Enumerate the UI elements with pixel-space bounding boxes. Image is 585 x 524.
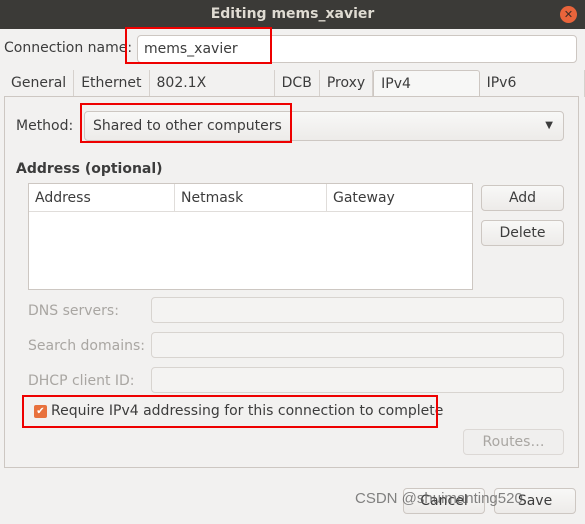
save-button[interactable]: Save xyxy=(494,488,576,514)
window-title: Editing mems_xavier xyxy=(210,6,375,22)
column-gateway[interactable]: Gateway xyxy=(327,184,472,212)
delete-button[interactable]: Delete xyxy=(481,220,564,246)
tab-ipv6-settings[interactable]: IPv6 Settings xyxy=(480,70,585,118)
dhcp-client-id-input[interactable] xyxy=(151,367,564,393)
tab-ipv4-settings[interactable]: IPv4 Settings xyxy=(373,70,480,119)
cancel-button[interactable]: Cancel xyxy=(403,488,485,514)
tab-bar: General Ethernet 802.1X Security DCB Pro… xyxy=(4,70,585,119)
address-title: Address (optional) xyxy=(16,161,163,177)
search-domains-label: Search domains: xyxy=(28,338,145,354)
connection-name-label: Connection name: xyxy=(4,40,133,56)
dns-input[interactable] xyxy=(151,297,564,323)
dhcp-client-id-label: DHCP client ID: xyxy=(28,373,135,389)
dns-label: DNS servers: xyxy=(28,303,119,319)
tab-proxy[interactable]: Proxy xyxy=(320,70,374,97)
close-icon[interactable]: ✕ xyxy=(560,6,577,23)
tab-ethernet[interactable]: Ethernet xyxy=(74,70,150,97)
column-address[interactable]: Address xyxy=(29,184,175,212)
tab-general[interactable]: General xyxy=(4,70,75,97)
title-bar: Editing mems_xavier ✕ xyxy=(0,0,585,29)
chevron-down-icon: ▼ xyxy=(545,120,553,131)
address-table[interactable]: Address Netmask Gateway xyxy=(28,183,473,290)
tab-dcb[interactable]: DCB xyxy=(275,70,320,97)
highlight-box xyxy=(125,27,272,64)
tab-8021x-security[interactable]: 802.1X Security xyxy=(150,70,275,118)
highlight-box xyxy=(80,103,292,143)
method-label: Method: xyxy=(16,118,74,134)
search-domains-input[interactable] xyxy=(151,332,564,358)
highlight-box xyxy=(22,395,438,428)
routes-button[interactable]: Routes… xyxy=(463,429,564,455)
add-button[interactable]: Add xyxy=(481,185,564,211)
column-netmask[interactable]: Netmask xyxy=(175,184,327,212)
